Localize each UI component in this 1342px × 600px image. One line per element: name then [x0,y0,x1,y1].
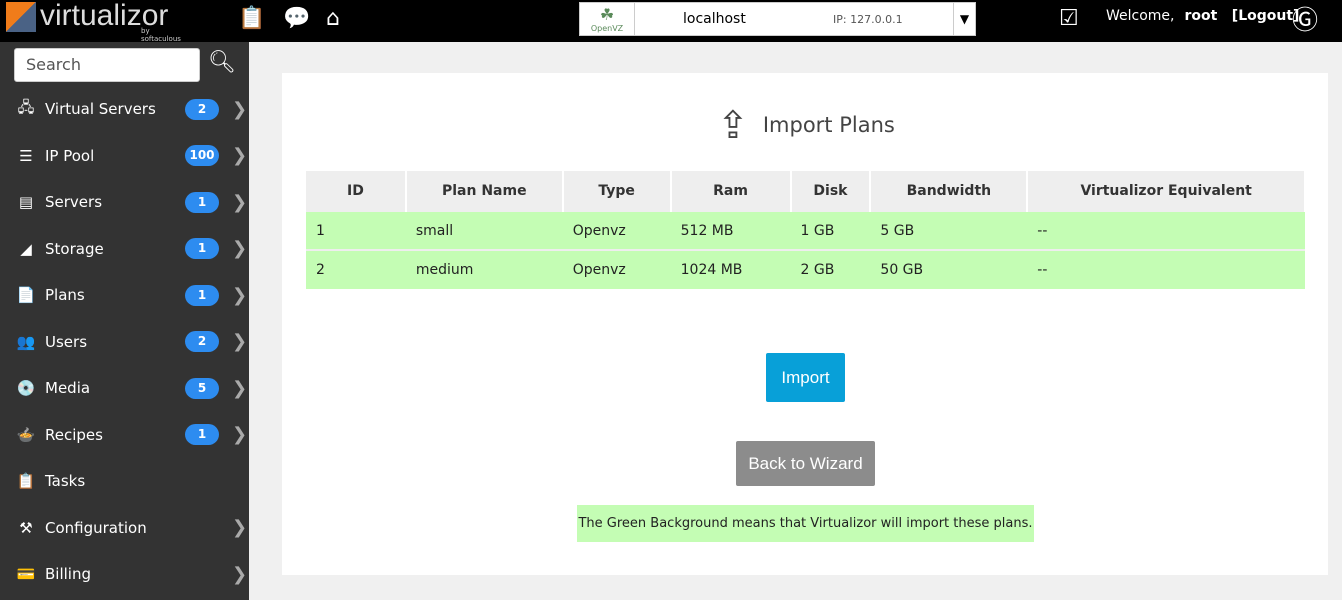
server-icon: ▤ [18,193,34,211]
table-cell: -- [1027,249,1305,289]
sidebar-item-label: Recipes [45,425,103,444]
configuration-icon: ⚒ [19,518,33,537]
sidebar-item-ip-pool[interactable]: ☰ IP Pool 100 ❯ [0,133,249,179]
search-icon[interactable]: 🔍︎ [208,50,236,75]
table-cell: 1024 MB [670,249,791,289]
upload-icon: ⇪ [717,103,749,147]
sidebar-item-billing[interactable]: 💳 Billing ❯ [0,551,249,597]
table-cell: Openvz [562,210,671,250]
search-input[interactable]: Search [14,48,200,82]
column-header: Disk [790,171,872,211]
billing-icon: 💳 [16,565,36,583]
column-header: Plan Name [405,171,564,211]
import-button[interactable]: Import [766,353,845,402]
chevron-down-icon[interactable]: ▼ [953,3,975,35]
home-icon[interactable]: ⌂ [326,6,340,31]
column-header: ID [306,171,407,211]
import-plans-panel: ⇪ Import Plans ID Plan Name Type Ram Disk Band… [282,73,1328,575]
sidebar-item-label: Storage [45,239,104,258]
table-cell: Openvz [562,249,671,289]
plans-icon: 📄 [16,286,36,304]
checklist-icon[interactable]: ☑ [1059,6,1079,31]
chat-icon[interactable]: 💬 [283,6,310,31]
column-header: Type [562,171,672,211]
table-row[interactable]: 1 small Openvz 512 MB 1 GB 5 GB -- [306,210,1305,250]
sidebar-item-label: Servers [45,193,103,211]
sidebar-item-users[interactable]: 👥 Users 2 ❯ [0,319,249,365]
storage-icon: ◢ [20,239,32,258]
tasks-icon: 📋 [16,472,36,490]
media-icon: 💿 [16,379,36,397]
sidebar-item-label: Media [45,379,91,397]
chevron-right-icon: ❯ [232,563,248,585]
ip-pool-icon: ☰ [19,146,33,165]
chevron-right-icon: ❯ [232,191,248,213]
sidebar-item-label: Plans [45,286,85,304]
column-header: Virtualizor Equivalent [1027,171,1306,211]
openvz-logo: ☘ OpenVZ [580,3,635,35]
server-selector[interactable]: ☘ OpenVZ localhost IP: 127.0.0.1 ▼ [579,2,976,36]
page-title: Import Plans [762,113,895,137]
count-badge: 2 [185,331,219,352]
chevron-right-icon: ❯ [232,145,248,166]
table-cell: medium [405,249,563,289]
top-bar: virtualizor by softaculous 📋 💬 ⌂ ☘ OpenVZ … [0,0,1342,43]
table-cell: -- [1027,210,1305,250]
sidebar-item-servers[interactable]: ▤ Servers 1 ❯ [0,179,249,225]
table-cell: 50 GB [870,249,1028,289]
count-badge: 100 [185,145,219,166]
chevron-right-icon: ❯ [232,284,248,306]
recipes-icon: 🍲 [16,425,36,444]
table-cell: small [405,210,563,250]
help-icon[interactable]: Ⓖ [1292,0,1318,37]
table-cell: 5 GB [870,210,1028,250]
chevron-right-icon: ❯ [232,424,248,445]
table-row[interactable]: 2 medium Openvz 1024 MB 2 GB 50 GB -- [306,249,1305,289]
welcome: Welcome, root [Logout] [1106,8,1300,24]
count-badge: 1 [185,238,219,259]
chevron-right-icon: ❯ [232,517,248,538]
sidebar-item-tasks[interactable]: 📋 Tasks [0,458,249,504]
server-group-icon: 🖧 [17,97,35,116]
users-icon: 👥 [16,332,36,351]
sidebar-item-label: Virtual Servers [45,100,156,118]
table-cell: 1 GB [790,210,871,250]
table-cell: 1 [306,210,406,250]
back-to-wizard-button[interactable]: Back to Wizard [736,441,875,486]
sidebar-item-plans[interactable]: 📄 Plans 1 ❯ [0,272,249,318]
table-cell: 512 MB [670,210,791,250]
sidebar-item-recipes[interactable]: 🍲 Recipes 1 ❯ [0,412,249,458]
column-header: Ram [670,171,792,211]
chevron-right-icon: ❯ [232,377,248,399]
logo[interactable]: virtualizor by softaculous [6,0,181,43]
info-note: The Green Background means that Virtuali… [577,505,1034,542]
count-badge: 1 [185,284,219,306]
logout-link[interactable]: [Logout] [1232,8,1300,24]
sidebar-item-label: Users [45,332,88,351]
table-cell: 2 [306,249,406,289]
sidebar: Search 🔍︎ 🖧 Virtual Servers 2 ❯ ☰ IP Pool 100 ❯… [0,42,249,600]
chevron-right-icon: ❯ [232,98,248,120]
count-badge: 1 [185,191,219,213]
count-badge: 1 [185,424,219,445]
chevron-right-icon: ❯ [232,238,248,259]
column-header: Bandwidth [870,171,1029,211]
sidebar-item-configuration[interactable]: ⚒ Configuration ❯ [0,505,249,551]
chevron-right-icon: ❯ [232,331,248,352]
table-cell: 2 GB [790,249,871,289]
sidebar-item-label: Configuration [45,518,147,537]
tasks-clipboard-icon[interactable]: 📋 [238,6,265,31]
count-badge: 2 [185,98,219,120]
sidebar-item-label: Billing [45,565,91,583]
plans-table: ID Plan Name Type Ram Disk Bandwidth Virtualiz… [306,171,1306,289]
sidebar-item-label: IP Pool [45,146,95,165]
sidebar-item-label: Tasks [45,472,86,490]
count-badge: 5 [185,377,219,399]
sidebar-item-storage[interactable]: ◢ Storage 1 ❯ [0,226,249,272]
sidebar-item-media[interactable]: 💿 Media 5 ❯ [0,365,249,411]
sidebar-item-virtual-servers[interactable]: 🖧 Virtual Servers 2 ❯ [0,86,249,132]
